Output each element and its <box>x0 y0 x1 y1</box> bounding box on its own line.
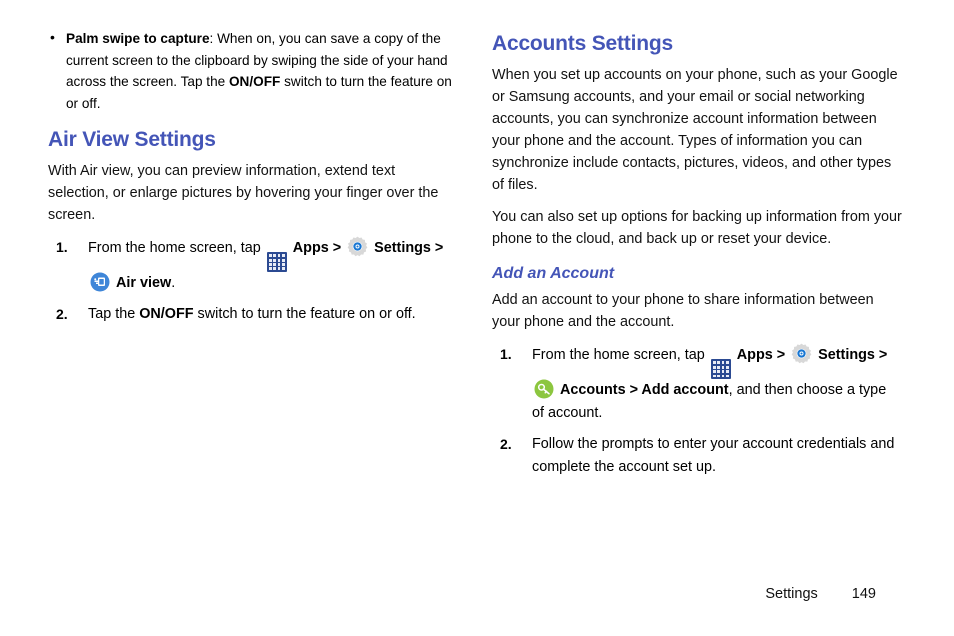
bullet-list: Palm swipe to capture: When on, you can … <box>48 27 458 114</box>
list-item: 1. From the home screen, tap Apps > Setti… <box>492 343 902 425</box>
step-tail: . <box>171 275 176 292</box>
footer-section-label: Settings <box>765 586 818 602</box>
left-column: Palm swipe to capture: When on, you can … <box>48 0 458 334</box>
apps-grid-icon <box>710 359 731 380</box>
step-number: 2. <box>500 436 512 453</box>
onoff-label: ON/OFF <box>139 306 194 323</box>
accounts-paragraph-1: When you set up accounts on your phone, … <box>492 67 898 194</box>
document-page: Palm swipe to capture: When on, you can … <box>0 0 954 636</box>
step-number: 2. <box>56 306 68 323</box>
air-view-intro-paragraph: With Air view, you can preview informati… <box>48 163 439 224</box>
list-item: 2. Follow the prompts to enter your accou… <box>492 433 902 479</box>
apps-label: Apps > <box>736 347 786 364</box>
air-view-steps-list: 1. From the home screen, tap Apps > Setti… <box>48 236 458 326</box>
add-account-intro-paragraph: Add an account to your phone to share in… <box>492 292 874 331</box>
right-column: Accounts Settings When you set up accoun… <box>492 0 902 487</box>
step-number: 1. <box>500 346 512 363</box>
add-an-account-subheading: Add an Account <box>492 265 615 283</box>
step-text: From the home screen, tap <box>532 347 709 364</box>
list-item: 1. From the home screen, tap Apps > Setti… <box>48 236 458 295</box>
apps-grid-icon <box>266 252 287 273</box>
step-text: Follow the prompts to enter your account… <box>532 436 895 476</box>
accounts-paragraph-2: You can also set up options for backing … <box>492 209 902 248</box>
airview-label: Air view <box>116 275 172 292</box>
settings-label: Settings > <box>374 240 444 257</box>
accounts-key-icon <box>534 379 554 399</box>
step-number: 1. <box>56 239 68 256</box>
step-text-part2: switch to turn the feature on or off. <box>193 306 416 323</box>
list-item: Palm swipe to capture: When on, you can … <box>48 27 458 114</box>
list-item: 2. Tap the ON/OFF switch to turn the feat… <box>48 303 458 326</box>
accounts-label: Accounts > Add account <box>560 382 729 399</box>
accounts-settings-heading: Accounts Settings <box>492 32 673 55</box>
bullet-term: Palm swipe to capture <box>66 31 210 46</box>
settings-gear-icon <box>791 343 812 364</box>
footer-page-number: 149 <box>851 586 876 602</box>
step-text-part1: Tap the <box>88 306 140 323</box>
add-account-steps-list: 1. From the home screen, tap Apps > Setti… <box>492 343 902 479</box>
bullet-bold-inline: ON/OFF <box>228 74 281 89</box>
settings-gear-icon <box>347 236 368 257</box>
settings-label: Settings > <box>818 347 888 364</box>
page-footer: Settings 149 <box>0 586 954 602</box>
apps-label: Apps > <box>292 240 342 257</box>
bullet-separator: : <box>209 31 218 46</box>
step-text: From the home screen, tap <box>88 240 265 257</box>
page-title: Air View Settings <box>48 128 216 151</box>
air-view-icon <box>90 272 110 292</box>
